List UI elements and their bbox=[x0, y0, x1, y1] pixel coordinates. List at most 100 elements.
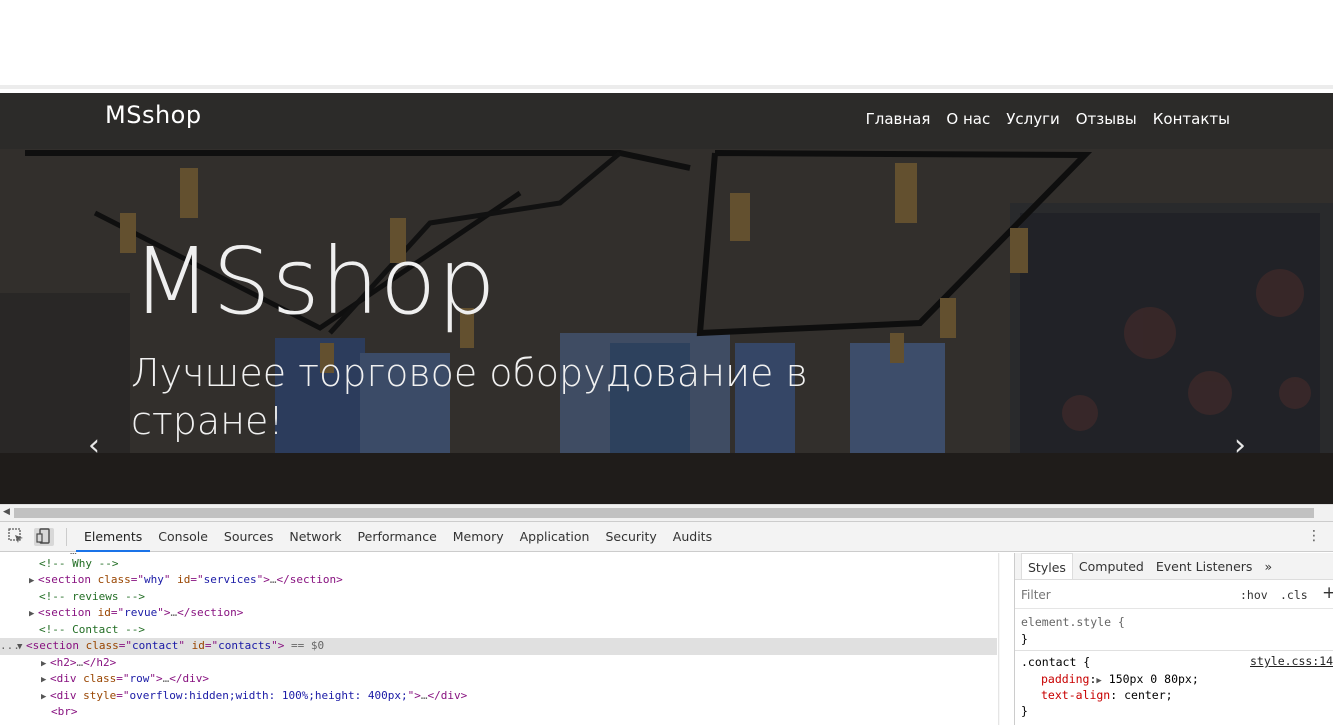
dom-token: =" bbox=[130, 573, 144, 586]
property-value[interactable]: center; bbox=[1124, 688, 1172, 702]
chevron-left-icon[interactable]: ‹ bbox=[88, 428, 100, 463]
dom-token: row bbox=[129, 672, 150, 685]
hero-title: MSshop bbox=[132, 228, 497, 335]
tab-sources[interactable]: Sources bbox=[216, 522, 281, 552]
dom-node[interactable]: ▶ <div style="overflow:hidden;width: 100%… bbox=[0, 688, 467, 705]
dom-token: id bbox=[191, 639, 205, 652]
nav-item-0[interactable]: Главная bbox=[866, 110, 931, 128]
dom-node-selected[interactable]: ...▼ <section class="contact" id="contact… bbox=[0, 638, 997, 655]
property-value[interactable]: 150px 0 80px; bbox=[1109, 672, 1199, 686]
inspect-element-icon[interactable] bbox=[6, 528, 26, 546]
dom-token: </section> bbox=[177, 606, 244, 619]
source-link[interactable]: style.css:14 bbox=[1250, 654, 1333, 668]
dom-token: "> bbox=[149, 672, 163, 685]
dom-token: contact bbox=[131, 639, 179, 652]
nav-item-1[interactable]: О нас bbox=[946, 110, 990, 128]
dom-node[interactable]: ▶ <div class="row">…</div> bbox=[0, 671, 209, 688]
scroll-left-icon[interactable]: ◀ bbox=[3, 507, 10, 517]
styles-filter-input[interactable]: Filter bbox=[1021, 588, 1051, 602]
tab-network[interactable]: Network bbox=[281, 522, 349, 552]
dom-token: revue bbox=[124, 606, 158, 619]
element-style-selector[interactable]: element.style { bbox=[1021, 614, 1125, 631]
dom-token: contacts bbox=[218, 639, 272, 652]
dom-token: =" bbox=[116, 672, 130, 685]
elements-tree: … <!-- Why -->▶<section class="why" id="… bbox=[0, 553, 1000, 725]
expand-icon[interactable]: ▶ bbox=[29, 573, 38, 590]
device-toolbar-icon[interactable] bbox=[34, 528, 54, 546]
tab-application[interactable]: Application bbox=[512, 522, 598, 552]
collapse-icon[interactable]: ▼ bbox=[17, 639, 26, 656]
brand-logo[interactable]: MSshop bbox=[105, 101, 202, 129]
dom-node[interactable]: ▶ <section class="why" id="services">…</s… bbox=[0, 572, 343, 589]
expand-icon[interactable]: ▶ bbox=[41, 656, 50, 673]
horizontal-scrollbar[interactable]: ◀ bbox=[0, 504, 1333, 521]
dom-token: </div> bbox=[427, 688, 468, 702]
dom-token: "> bbox=[271, 639, 285, 652]
colon: : bbox=[1110, 688, 1125, 702]
expand-icon[interactable]: ▶ bbox=[1096, 676, 1101, 686]
dom-node[interactable]: <!-- Contact --> bbox=[0, 622, 145, 639]
elements-scrollbar[interactable]: ▲ bbox=[998, 553, 1000, 725]
dom-token: <div bbox=[50, 688, 84, 702]
styles-filter-bar: Filter :hov .cls + bbox=[1015, 580, 1333, 609]
hover-state-toggle[interactable]: :hov bbox=[1240, 588, 1268, 602]
tab-memory[interactable]: Memory bbox=[445, 522, 512, 552]
dom-token: <section bbox=[38, 606, 98, 619]
expand-icon[interactable]: ▶ bbox=[29, 606, 38, 623]
dom-token: style bbox=[83, 688, 117, 702]
property-name: padding bbox=[1041, 672, 1090, 686]
styles-tab-styles[interactable]: Styles bbox=[1021, 553, 1073, 579]
tab-audits[interactable]: Audits bbox=[665, 522, 720, 552]
nav-item-4[interactable]: Контакты bbox=[1153, 110, 1230, 128]
contact-rule-selector[interactable]: .contact { bbox=[1021, 654, 1090, 671]
dom-token: <br> bbox=[51, 705, 78, 718]
tab-elements[interactable]: Elements bbox=[76, 522, 151, 552]
dom-token: =" bbox=[110, 606, 125, 619]
chevron-right-icon[interactable]: › bbox=[1234, 428, 1246, 463]
tab-performance[interactable]: Performance bbox=[350, 522, 445, 552]
dom-node[interactable]: <!-- Why --> bbox=[0, 556, 118, 573]
dom-token: services bbox=[203, 573, 257, 586]
dom-token: … bbox=[420, 688, 428, 702]
dom-token: =" bbox=[116, 688, 130, 702]
nav-item-3[interactable]: Отзывы bbox=[1076, 110, 1137, 128]
tab-security[interactable]: Security bbox=[597, 522, 664, 552]
dom-node[interactable]: ▶ <h2>…</h2> bbox=[0, 655, 116, 672]
devtools-tabs: Elements Console Sources Network Performance… bbox=[76, 522, 720, 552]
dom-token: id bbox=[97, 606, 111, 619]
dom-token: <div bbox=[50, 672, 84, 685]
dom-token: class bbox=[97, 573, 131, 586]
more-options-icon[interactable]: ⋮ bbox=[1307, 528, 1321, 544]
class-toggle[interactable]: .cls bbox=[1280, 588, 1308, 602]
dom-node[interactable]: <!-- reviews --> bbox=[0, 589, 145, 606]
styles-tab-computed[interactable]: Computed bbox=[1073, 553, 1150, 579]
dom-node[interactable]: ▶ <section id="revue">…</section> bbox=[0, 605, 243, 622]
expand-icon[interactable]: ▶ bbox=[41, 672, 50, 689]
nav-menu: Главная О нас Услуги Отзывы Контакты bbox=[866, 110, 1230, 128]
hero-subtitle: Лучшее торговое оборудование в стране! bbox=[131, 351, 808, 443]
dom-token: <h2> bbox=[50, 655, 77, 669]
dom-token: </h2> bbox=[83, 655, 117, 669]
devtools-tabbar: Elements Console Sources Network Performance… bbox=[0, 522, 1333, 552]
scrollbar-thumb[interactable] bbox=[14, 508, 1314, 518]
expand-icon[interactable]: ▶ bbox=[41, 689, 50, 706]
dom-token: <!-- Contact --> bbox=[39, 622, 145, 636]
dom-token: <section bbox=[38, 573, 98, 586]
divider bbox=[0, 85, 1333, 89]
styles-tabs: Styles Computed Event Listeners» bbox=[1015, 553, 1333, 580]
dom-token: "> bbox=[407, 688, 421, 702]
new-rule-icon[interactable]: + bbox=[1322, 583, 1333, 603]
navbar: MSshop Главная О нас Услуги Отзывы Контакты bbox=[0, 93, 1333, 149]
nav-item-2[interactable]: Услуги bbox=[1006, 110, 1059, 128]
page-top-area bbox=[0, 0, 1333, 89]
dom-token: " bbox=[178, 639, 192, 652]
tab-console[interactable]: Console bbox=[150, 522, 216, 552]
dom-node[interactable]: <br> bbox=[0, 704, 78, 721]
more-tabs-icon[interactable]: » bbox=[1258, 553, 1278, 579]
dom-token: why bbox=[143, 573, 164, 586]
dom-token: == $0 bbox=[284, 639, 325, 652]
dom-token: " bbox=[163, 573, 178, 586]
dom-token: <!-- reviews --> bbox=[39, 589, 145, 603]
css-property-text-align[interactable]: text-align: center; bbox=[1041, 687, 1173, 704]
styles-tab-event-listeners[interactable]: Event Listeners bbox=[1150, 553, 1259, 579]
